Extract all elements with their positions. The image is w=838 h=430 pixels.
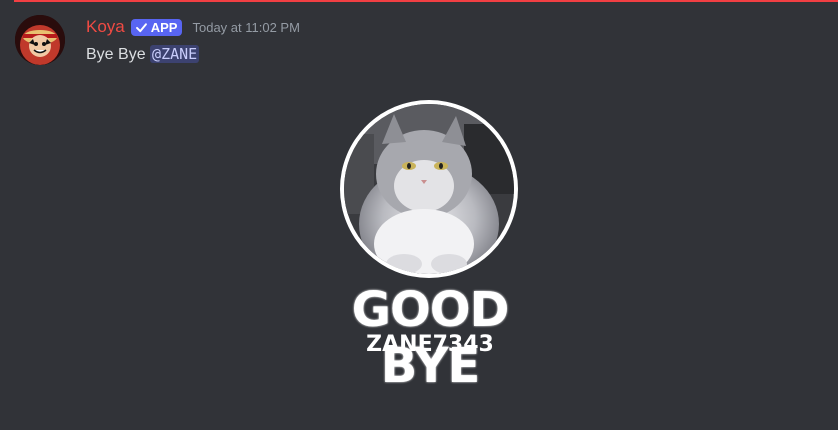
avatar-ring bbox=[340, 100, 518, 278]
goodbye-card-image[interactable]: GOOD BYE ZANE7343 bbox=[300, 100, 560, 394]
message-text: Bye Bye bbox=[86, 46, 146, 63]
check-icon bbox=[135, 22, 147, 32]
user-mention[interactable]: @ZANE bbox=[150, 45, 200, 63]
cat-photo bbox=[344, 104, 514, 274]
app-badge-label: APP bbox=[150, 19, 178, 35]
author-avatar[interactable] bbox=[15, 15, 65, 65]
message-header: Koya APP Today at 11:02 PM bbox=[86, 17, 300, 37]
goodbye-username: ZANE7343 bbox=[366, 332, 494, 357]
author-name[interactable]: Koya bbox=[86, 17, 125, 37]
message-timestamp[interactable]: Today at 11:02 PM bbox=[192, 20, 299, 35]
message-content: Bye Bye @ZANE bbox=[86, 45, 200, 64]
chat-message: Koya APP Today at 11:02 PM Bye Bye @ZANE bbox=[0, 0, 838, 430]
app-badge: APP bbox=[130, 18, 183, 36]
